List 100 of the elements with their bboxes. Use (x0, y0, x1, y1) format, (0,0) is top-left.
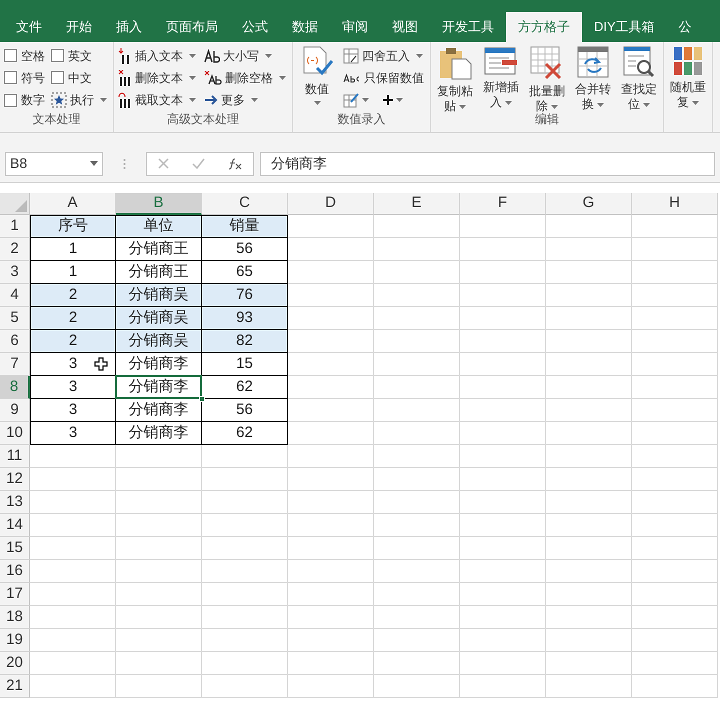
column-header[interactable]: C (202, 193, 288, 215)
empty-cell[interactable] (116, 606, 202, 629)
table-cell[interactable]: 分销商吴 (116, 330, 202, 353)
ribbon-button[interactable]: 查找定 位 (619, 46, 659, 112)
empty-cell[interactable] (288, 675, 374, 698)
empty-cell[interactable] (116, 583, 202, 606)
empty-cell[interactable] (202, 675, 288, 698)
empty-cell[interactable] (202, 468, 288, 491)
column-header[interactable]: D (288, 193, 374, 215)
empty-cell[interactable] (546, 560, 632, 583)
menu-tab[interactable]: 开发工具 (430, 12, 506, 42)
checkbox[interactable] (4, 49, 17, 62)
empty-cell[interactable] (460, 445, 546, 468)
checkbox[interactable] (4, 71, 17, 84)
empty-cell[interactable] (374, 261, 460, 284)
row-header[interactable]: 5 (0, 307, 30, 330)
empty-cell[interactable] (374, 606, 460, 629)
ribbon-button[interactable]: 数值 (297, 46, 337, 109)
empty-cell[interactable] (546, 445, 632, 468)
empty-cell[interactable] (460, 215, 546, 238)
table-cell[interactable]: 分销商王 (116, 261, 202, 284)
empty-cell[interactable] (632, 629, 718, 652)
empty-cell[interactable] (460, 399, 546, 422)
empty-cell[interactable] (202, 445, 288, 468)
table-cell[interactable]: 56 (202, 238, 288, 261)
empty-cell[interactable] (374, 445, 460, 468)
ribbon-button[interactable]: 删除空格 (204, 68, 288, 88)
empty-cell[interactable] (288, 491, 374, 514)
table-cell[interactable]: 销量 (202, 215, 288, 238)
empty-cell[interactable] (546, 606, 632, 629)
empty-cell[interactable] (374, 491, 460, 514)
empty-cell[interactable] (374, 330, 460, 353)
table-cell[interactable]: 分销商李 (116, 399, 202, 422)
empty-cell[interactable] (288, 629, 374, 652)
table-cell[interactable]: 82 (202, 330, 288, 353)
empty-cell[interactable] (632, 422, 718, 445)
ribbon-button[interactable]: 截取文本 (118, 90, 198, 110)
empty-cell[interactable] (546, 468, 632, 491)
ribbon-button[interactable]: 大小写 (204, 46, 288, 66)
empty-cell[interactable] (546, 675, 632, 698)
checkbox[interactable] (4, 94, 17, 107)
empty-cell[interactable] (632, 353, 718, 376)
empty-cell[interactable] (546, 583, 632, 606)
empty-cell[interactable] (202, 491, 288, 514)
table-cell[interactable]: 分销商王 (116, 238, 202, 261)
empty-cell[interactable] (632, 491, 718, 514)
empty-cell[interactable] (632, 261, 718, 284)
empty-cell[interactable] (460, 284, 546, 307)
column-header[interactable]: E (374, 193, 460, 215)
empty-cell[interactable] (460, 606, 546, 629)
empty-cell[interactable] (546, 238, 632, 261)
empty-cell[interactable] (288, 583, 374, 606)
empty-cell[interactable] (202, 606, 288, 629)
empty-cell[interactable] (632, 215, 718, 238)
empty-cell[interactable] (632, 652, 718, 675)
column-header[interactable]: F (460, 193, 546, 215)
ribbon-button[interactable]: 随机重 复 (668, 46, 708, 110)
menu-tab[interactable]: DIY工具箱 (582, 12, 667, 42)
row-header[interactable]: 21 (0, 675, 30, 698)
row-header[interactable]: 19 (0, 629, 30, 652)
row-header[interactable]: 9 (0, 399, 30, 422)
empty-cell[interactable] (460, 583, 546, 606)
empty-cell[interactable] (116, 537, 202, 560)
empty-cell[interactable] (374, 238, 460, 261)
empty-cell[interactable] (546, 537, 632, 560)
empty-cell[interactable] (202, 583, 288, 606)
empty-cell[interactable] (546, 330, 632, 353)
empty-cell[interactable] (632, 537, 718, 560)
empty-cell[interactable] (374, 652, 460, 675)
empty-cell[interactable] (374, 468, 460, 491)
menu-tab[interactable]: 公式 (230, 12, 280, 42)
empty-cell[interactable] (374, 376, 460, 399)
row-header[interactable]: 10 (0, 422, 30, 445)
empty-cell[interactable] (374, 422, 460, 445)
function-icon[interactable] (228, 158, 242, 170)
empty-cell[interactable] (288, 514, 374, 537)
column-header[interactable]: H (632, 193, 718, 215)
empty-cell[interactable] (632, 376, 718, 399)
row-header[interactable]: 4 (0, 284, 30, 307)
menu-tab[interactable]: 方方格子 (506, 12, 582, 42)
empty-cell[interactable] (632, 307, 718, 330)
empty-cell[interactable] (374, 399, 460, 422)
table-cell[interactable]: 分销商李 (116, 422, 202, 445)
empty-cell[interactable] (546, 261, 632, 284)
menu-tab[interactable]: 数据 (280, 12, 330, 42)
empty-cell[interactable] (632, 675, 718, 698)
menu-tab[interactable]: 开始 (54, 12, 104, 42)
checkbox[interactable] (51, 71, 64, 84)
column-header[interactable]: G (546, 193, 632, 215)
empty-cell[interactable] (546, 353, 632, 376)
table-cell[interactable]: 分销商李 (116, 376, 202, 399)
empty-cell[interactable] (546, 514, 632, 537)
table-cell[interactable]: 3 (30, 422, 116, 445)
empty-cell[interactable] (460, 468, 546, 491)
empty-cell[interactable] (202, 537, 288, 560)
ribbon-button[interactable]: 批量删 除 (527, 46, 567, 114)
row-header[interactable]: 18 (0, 606, 30, 629)
empty-cell[interactable] (546, 422, 632, 445)
empty-cell[interactable] (546, 284, 632, 307)
empty-cell[interactable] (374, 675, 460, 698)
